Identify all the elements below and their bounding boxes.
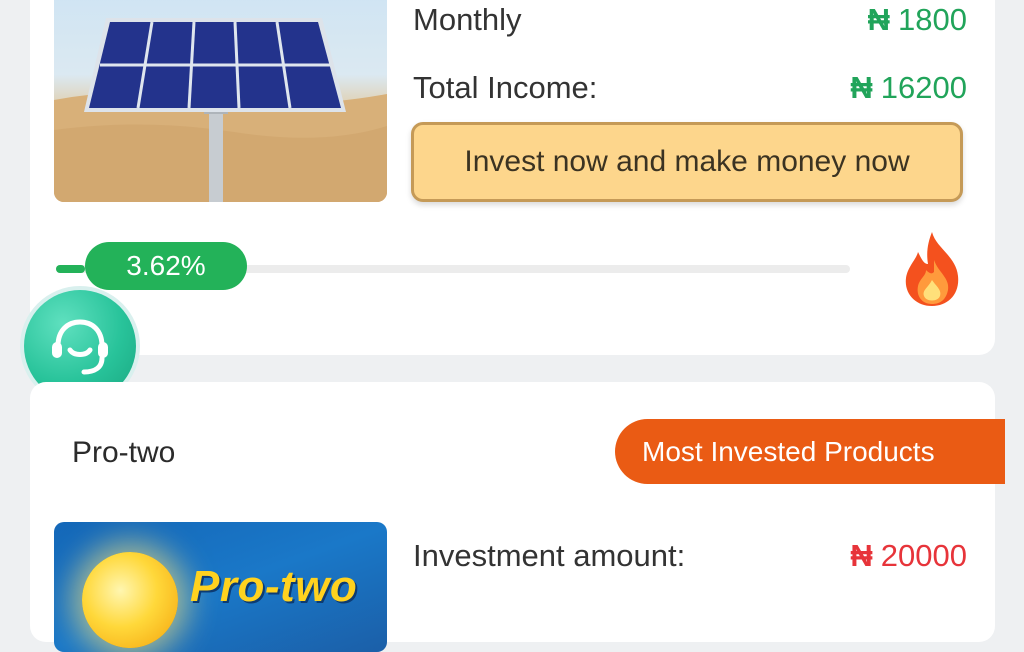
- naira-symbol: ₦: [850, 538, 873, 573]
- monthly-amount: 1800: [898, 2, 967, 37]
- total-income-value: ₦ 16200: [850, 70, 967, 106]
- progress-percentage: 3.62%: [85, 242, 247, 290]
- monthly-row: Monthly ₦ 1800: [413, 2, 967, 42]
- investment-amount-row: Investment amount: ₦ 20000: [413, 538, 967, 578]
- naira-symbol: ₦: [850, 70, 873, 105]
- investment-amount: 20000: [880, 538, 967, 573]
- most-invested-badge: Most Invested Products: [615, 419, 1005, 484]
- invest-now-button[interactable]: Invest now and make money now: [411, 122, 963, 202]
- monthly-label: Monthly: [413, 2, 522, 37]
- solar-panel-image: [54, 0, 387, 202]
- pro-two-image-text: Pro-two: [190, 562, 358, 611]
- investment-amount-label: Investment amount:: [413, 538, 686, 573]
- product-card-1: Monthly ₦ 1800 Total Income: ₦ 16200 Inves…: [30, 0, 995, 355]
- product-card-2: Pro-two Most Invested Products Pro-two I…: [30, 382, 1005, 652]
- total-income-label: Total Income:: [413, 70, 598, 105]
- total-income-amount: 16200: [880, 70, 967, 105]
- sun-icon: [82, 552, 178, 648]
- monthly-value: ₦ 1800: [868, 2, 967, 38]
- total-income-row: Total Income: ₦ 16200: [413, 70, 967, 110]
- pro-two-image: Pro-two: [54, 522, 387, 652]
- fire-icon: [896, 230, 968, 308]
- progress-fill: [56, 265, 85, 273]
- product-name: Pro-two: [72, 436, 176, 469]
- investment-amount-value: ₦ 20000: [850, 538, 967, 574]
- naira-symbol: ₦: [867, 2, 891, 37]
